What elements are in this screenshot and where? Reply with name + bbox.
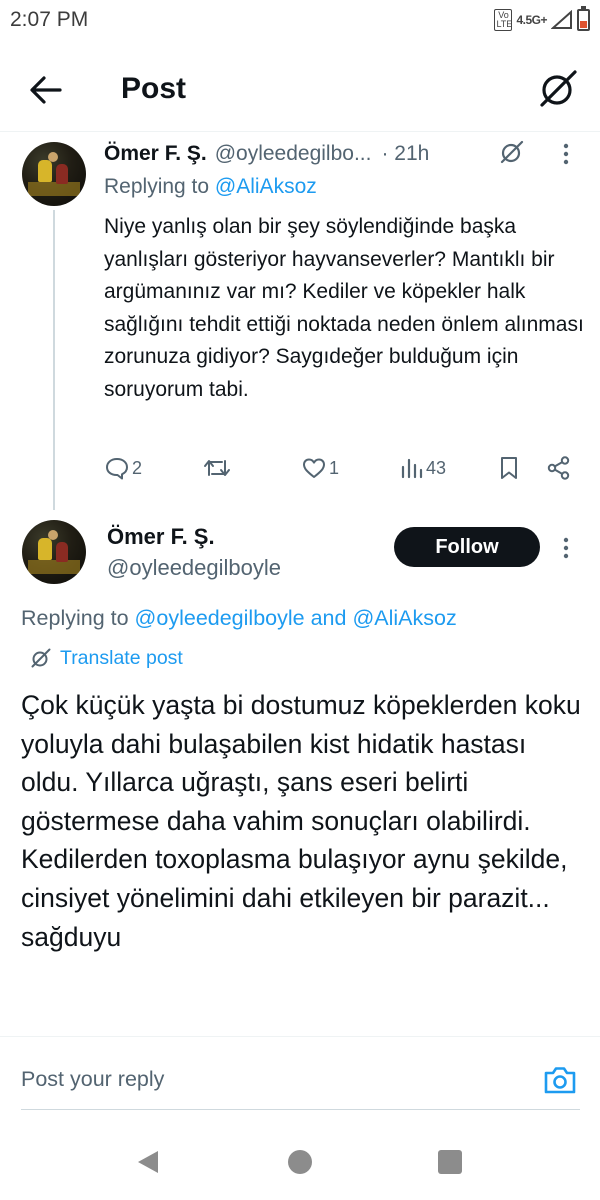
back-button[interactable]	[24, 68, 68, 112]
battery-icon	[577, 6, 590, 31]
views-icon	[401, 458, 423, 479]
bookmark-icon	[501, 457, 517, 479]
author-handle[interactable]: @oyleedegilbo...	[215, 142, 372, 166]
mention-link[interactable]: @AliAksoz	[215, 175, 317, 198]
grok-button[interactable]	[536, 66, 582, 112]
replying-and: and	[304, 606, 353, 630]
translate-label: Translate post	[60, 646, 183, 669]
page-title: Post	[121, 72, 187, 105]
battery-level	[580, 20, 587, 28]
camera-icon	[544, 1067, 576, 1094]
more-options-button[interactable]	[556, 141, 576, 167]
network-indicator: 4.5G+	[516, 13, 547, 27]
action-bar: 2 1 43	[104, 455, 574, 487]
replying-to: Replying to @oyleedegilboyle and @AliAks…	[21, 606, 457, 631]
avatar[interactable]	[22, 520, 86, 584]
like-count: 1	[329, 457, 340, 478]
follow-button[interactable]: Follow	[394, 527, 540, 567]
mention-link[interactable]: @AliAksoz	[352, 606, 456, 630]
author-name[interactable]: Ömer F. Ş.	[104, 142, 207, 166]
avatar[interactable]	[22, 142, 86, 206]
reply-text: Niye yanlış olan bir şey söylendiğinde b…	[104, 215, 584, 401]
reply-count: 2	[132, 457, 143, 478]
reply-button[interactable]: 2	[104, 455, 142, 481]
grok-icon	[31, 648, 51, 668]
reply-icon	[106, 458, 128, 480]
reply-author-row: Ömer F. Ş. @oyleedegilbo... · 21h	[104, 140, 429, 168]
more-vertical-icon	[563, 143, 569, 165]
replying-to-label: Replying to	[21, 606, 135, 630]
post-text: Çok küçük yaşta bi dostumuz köpeklerden …	[21, 690, 581, 952]
author-handle[interactable]: @oyleedegilboyle	[107, 555, 281, 581]
more-vertical-icon	[563, 537, 569, 559]
triangle-back-icon	[138, 1151, 158, 1173]
reply-input[interactable]: Post your reply	[21, 1067, 164, 1092]
system-nav-bar	[0, 1120, 600, 1200]
nav-recents-button[interactable]	[438, 1150, 462, 1174]
signal-icon	[551, 10, 572, 29]
like-button[interactable]: 1	[301, 455, 339, 481]
grok-icon	[500, 140, 524, 164]
top-app-bar: Post	[0, 40, 600, 132]
status-time: 2:07 PM	[10, 8, 89, 31]
arrow-left-icon	[30, 76, 62, 104]
nav-home-button[interactable]	[288, 1150, 312, 1174]
camera-button[interactable]	[542, 1064, 578, 1096]
replying-to-label: Replying to	[104, 175, 215, 198]
status-icons: Vo LTE 4.5G+	[494, 6, 590, 31]
volte-icon: Vo LTE	[494, 9, 513, 31]
bookmark-button[interactable]	[498, 455, 520, 481]
repost-button[interactable]	[203, 455, 233, 481]
status-bar: 2:07 PM Vo LTE 4.5G+	[0, 0, 600, 40]
translate-post-link[interactable]: Translate post	[30, 644, 183, 672]
nav-back-button[interactable]	[136, 1149, 160, 1175]
grok-icon	[540, 70, 577, 107]
author-name[interactable]: Ömer F. Ş.	[107, 524, 215, 550]
mention-link[interactable]: @oyleedegilboyle	[135, 606, 305, 630]
post-time: · 21h	[381, 142, 430, 165]
views-button[interactable]: 43	[400, 455, 446, 481]
grok-explain-button[interactable]	[498, 138, 526, 166]
views-count: 43	[426, 457, 447, 478]
replying-to: Replying to @AliAksoz	[104, 175, 317, 199]
share-button[interactable]	[546, 455, 572, 481]
divider	[21, 1109, 580, 1110]
thread-line	[53, 210, 55, 510]
more-options-button[interactable]	[556, 535, 576, 561]
heart-icon	[303, 458, 325, 478]
share-icon	[547, 456, 570, 480]
reply-composer: Post your reply	[0, 1036, 600, 1120]
repost-icon	[204, 460, 230, 476]
